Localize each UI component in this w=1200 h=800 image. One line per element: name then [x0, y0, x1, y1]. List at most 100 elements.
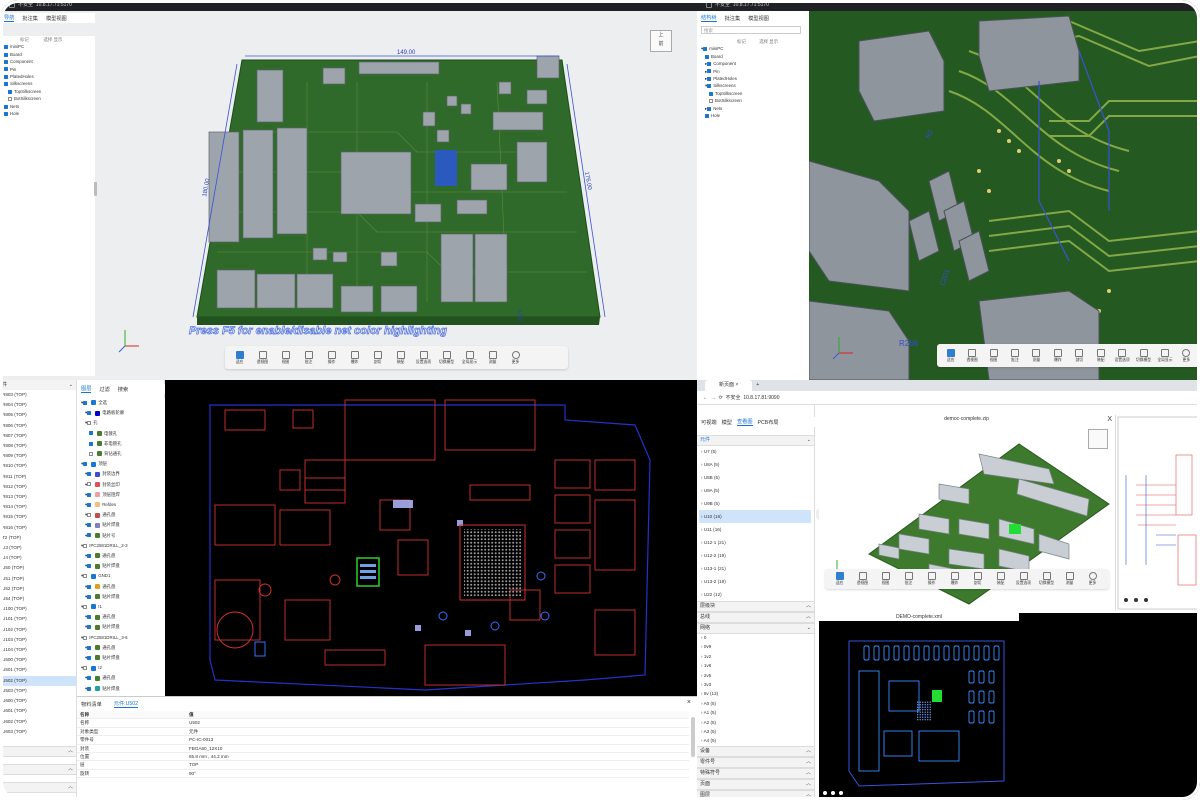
part-list-item[interactable]: › U13-1 (21) [699, 562, 811, 575]
tree-item[interactable]: ▾ Silkscreens [697, 82, 809, 89]
layer-checkbox[interactable] [87, 564, 92, 569]
measure-button[interactable]: 测量 [482, 350, 503, 365]
tab-component[interactable]: 元件:U502 [113, 700, 138, 708]
url-input[interactable]: 10.8.17.81:9090 [743, 395, 779, 401]
layer-checkbox[interactable] [87, 421, 92, 426]
tree-item[interactable]: ▸ Pin [697, 68, 809, 75]
view-cube[interactable]: 上前 [650, 30, 672, 52]
perspective-button[interactable]: 透视图 [852, 572, 873, 586]
tree-item[interactable]: ▸ Component [697, 60, 809, 67]
net-list-item[interactable]: › A3 (5) [699, 727, 811, 736]
measure-button[interactable]: 测量 [1059, 572, 1080, 586]
section-button[interactable]: 剖切 [967, 572, 988, 586]
section-header[interactable]: 零件号 ︿ [697, 757, 814, 768]
layer-checkbox[interactable] [83, 635, 88, 640]
perspective-button[interactable]: 透视图 [252, 350, 273, 365]
search-input[interactable]: 搜索 [701, 26, 801, 34]
explode-button[interactable]: 爆炸 [944, 572, 965, 586]
view-cube[interactable] [1088, 429, 1108, 449]
section-bus[interactable]: 总线 ︿ [697, 612, 814, 623]
layer-item[interactable]: ▾ 贴片号 [77, 531, 165, 541]
tree-item[interactable]: ▸ PlatedHoles [697, 75, 809, 82]
tree-item[interactable]: ▾ miniPC [697, 45, 809, 52]
layer-item[interactable]: ▾ 顶层 [77, 459, 165, 469]
layer-checkbox[interactable] [83, 400, 88, 405]
tab-filter[interactable]: 过滤 [99, 386, 109, 393]
reload-icon[interactable]: ⟳ [719, 395, 723, 401]
tab-annotations[interactable]: 批注集 [22, 15, 38, 22]
component-list-item[interactable]: R807 (TOP) [0, 431, 76, 441]
layer-item[interactable]: ▾ 顶层阻焊 [77, 490, 165, 500]
layer-checkbox[interactable] [83, 604, 88, 609]
component-list-item[interactable]: R808 (TOP) [0, 441, 76, 451]
layer-item[interactable]: ▾ IPC2581DRILL_2-3 [77, 541, 165, 551]
component-list-item[interactable]: R811 (TOP) [0, 472, 76, 482]
switch-model-button[interactable]: 切换模型 [436, 350, 457, 365]
layer-checkbox[interactable] [89, 441, 93, 446]
layer-checkbox[interactable] [87, 676, 92, 681]
net-list-item[interactable]: › 3v3 [699, 680, 811, 689]
switch-model-button[interactable]: 切换模型 [1036, 572, 1057, 586]
layer-item[interactable]: ▾ 贴片焊盘 [77, 561, 165, 571]
net-list-item[interactable]: › A1 (5) [699, 708, 811, 717]
collapsed-section[interactable]: ︿ [0, 764, 76, 775]
component-list-item[interactable]: U104 (TOP) [0, 645, 76, 655]
layer-checkbox[interactable] [87, 533, 92, 538]
tree-item[interactable]: BotSilkscreen [0, 95, 95, 102]
tree-item[interactable]: Hole [0, 110, 95, 117]
layer-item[interactable]: ▾ IPC2581DRILL_3-6 [77, 633, 165, 643]
component-list-item[interactable]: R806 (TOP) [0, 421, 76, 431]
layer-checkbox[interactable] [87, 625, 92, 630]
component-list-item[interactable]: U601 (TOP) [0, 706, 76, 716]
component-list-item[interactable]: R804 (TOP) [0, 400, 76, 410]
tree-item[interactable]: Hole [697, 112, 809, 119]
net-list-item[interactable]: › 5v (13) [699, 689, 811, 698]
scrollbar[interactable] [691, 717, 695, 757]
layer-checkbox[interactable] [87, 482, 92, 487]
collapsed-section[interactable]: ︿ [0, 746, 76, 757]
forward-icon[interactable]: → [711, 395, 716, 401]
tree-item[interactable]: TopSilkscreen [697, 90, 809, 97]
component-list-item[interactable]: U101 (TOP) [0, 614, 76, 624]
tree-item[interactable]: Board [697, 53, 809, 60]
security-badge[interactable]: 不安全 [726, 395, 741, 401]
layer-item[interactable]: ▾ 通孔盘 [77, 510, 165, 520]
component-list-item[interactable]: U103 (TOP) [0, 635, 76, 645]
part-list-item[interactable]: › U8B (5) [699, 471, 811, 484]
layer-item[interactable]: ▾ 通孔盘 [77, 643, 165, 653]
component-list-item[interactable]: R815 (TOP) [0, 512, 76, 522]
component-list-item[interactable]: U501 (TOP) [0, 665, 76, 675]
layer-item[interactable]: ▾ 孔 [77, 418, 165, 428]
component-list-item[interactable]: U3 (TOP) [0, 543, 76, 553]
tab-annotations[interactable]: 批注集 [725, 15, 741, 22]
layer-item[interactable]: ▾ 贴片焊盘 [77, 653, 165, 663]
layer-item[interactable]: ▾ 通孔盘 [77, 612, 165, 622]
layer-item[interactable]: ▾ 封装边界 [77, 469, 165, 479]
layer-item[interactable]: ▾ 通孔盘 [77, 582, 165, 592]
assembly-button[interactable]: 装配 [990, 572, 1011, 586]
layer-item[interactable]: ▾ Refdes [77, 500, 165, 510]
component-list-item[interactable]: R816 (TOP) [0, 523, 76, 533]
more-button[interactable]: 更多 [1082, 572, 1103, 586]
layer-checkbox[interactable] [83, 543, 88, 548]
explode-button[interactable]: 爆炸 [344, 350, 365, 365]
tab-structure-tree[interactable]: 结构树 [701, 14, 717, 22]
net-list-item[interactable]: › 0v9 [699, 642, 811, 651]
component-list-item[interactable]: R810 (TOP) [0, 461, 76, 471]
part-list-item[interactable]: › U13-2 (19) [699, 575, 811, 588]
tree-item[interactable]: PlatedHoles [0, 73, 95, 80]
layer-item[interactable]: ▾ 贴片焊盘 [77, 592, 165, 602]
layer-checkbox[interactable] [87, 472, 92, 477]
part-list-item[interactable]: › U7 (5) [699, 445, 811, 458]
layer-checkbox[interactable] [87, 502, 92, 507]
view-button[interactable]: 视图 [984, 348, 1003, 363]
close-icon[interactable]: × [687, 699, 691, 706]
part-list-item[interactable]: › U11 (16) [699, 523, 811, 536]
close-model-view-button[interactable]: X [1107, 416, 1112, 423]
layer-item[interactable]: ▾ 全选 [77, 398, 165, 408]
layer-item[interactable]: ▾ GND1 [77, 571, 165, 581]
layer-checkbox[interactable] [83, 462, 88, 467]
component-list-item[interactable]: U51 (TOP) [0, 574, 76, 584]
tab-schematic[interactable]: 查看图 [736, 418, 753, 426]
layer-checkbox[interactable] [87, 645, 92, 650]
